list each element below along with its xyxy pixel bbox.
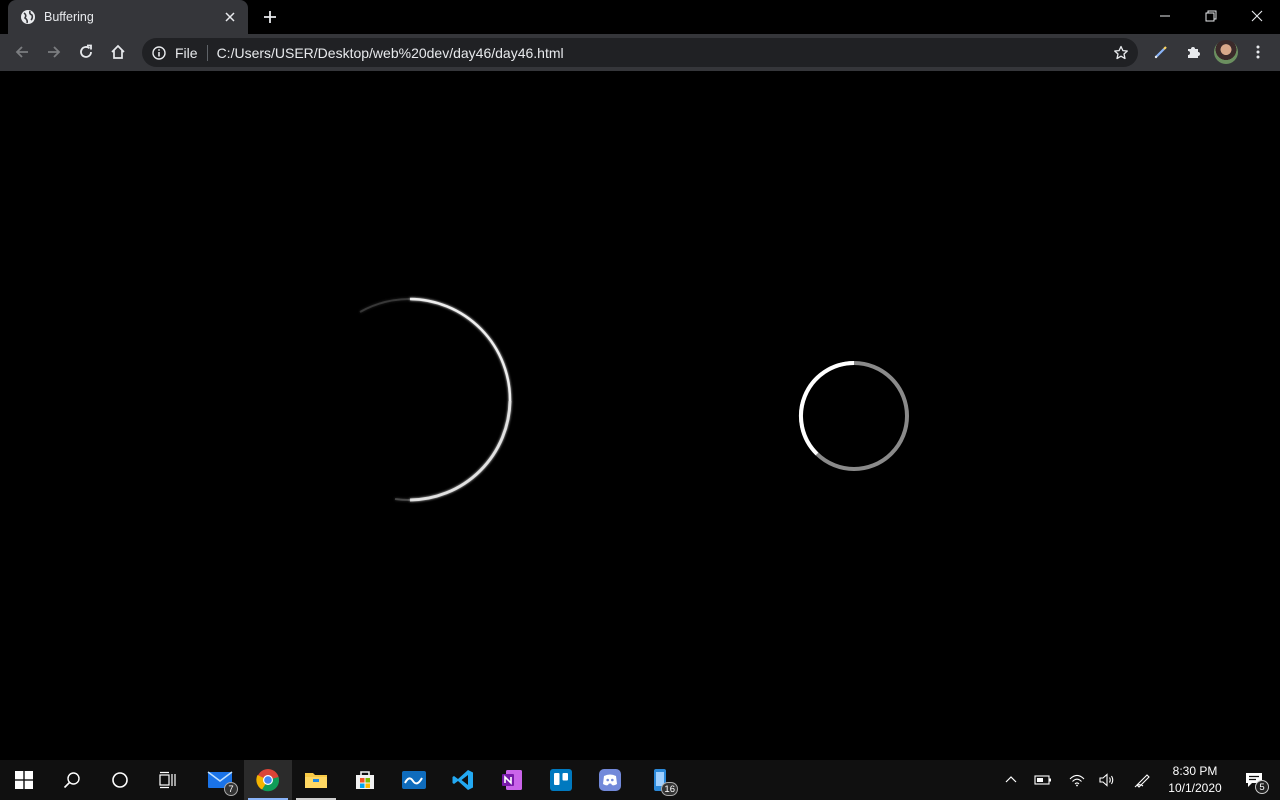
action-center-button[interactable]: 5 [1234, 760, 1274, 800]
search-icon[interactable] [48, 760, 96, 800]
pen-workspace-icon[interactable] [1128, 760, 1158, 800]
ring-spinner [798, 361, 909, 471]
new-tab-button[interactable] [258, 5, 282, 29]
site-scheme-label: File [175, 44, 198, 61]
phone-app-icon[interactable]: 16 [636, 760, 684, 800]
volume-icon[interactable] [1092, 760, 1122, 800]
browser-toolbar: File C:/Users/USER/Desktop/web%20dev/day… [0, 34, 1280, 71]
cortana-icon[interactable] [96, 760, 144, 800]
crescent-spinner [359, 297, 512, 502]
omnibox-divider [206, 44, 208, 61]
trello-icon[interactable] [537, 760, 585, 800]
back-button[interactable] [8, 38, 36, 66]
wifi-icon[interactable] [1062, 760, 1092, 800]
bookmark-star-icon[interactable] [1110, 42, 1132, 64]
tab-strip: Buffering [0, 0, 1280, 34]
file-explorer-icon[interactable] [292, 760, 340, 800]
screen: Buffering File C:/Users/USER/Desktop/web… [0, 0, 1280, 800]
tab-title: Buffering [44, 10, 94, 24]
mail-badge: 7 [224, 782, 238, 796]
color-picker-extension-icon[interactable] [1147, 38, 1175, 66]
close-window-button[interactable] [1234, 0, 1280, 32]
forward-button[interactable] [40, 38, 68, 66]
vscode-icon[interactable] [439, 760, 487, 800]
reload-button[interactable] [72, 38, 100, 66]
info-icon[interactable] [151, 45, 167, 61]
battery-icon[interactable] [1028, 760, 1058, 800]
close-tab-icon[interactable] [220, 7, 240, 27]
globe-icon [20, 9, 36, 25]
home-button[interactable] [104, 38, 132, 66]
notification-count-badge: 5 [1255, 780, 1269, 794]
onenote-icon[interactable] [488, 760, 536, 800]
phone-badge: 16 [661, 782, 678, 796]
extensions-puzzle-icon[interactable] [1179, 38, 1207, 66]
address-bar[interactable]: File C:/Users/USER/Desktop/web%20dev/day… [142, 38, 1138, 67]
page-content [0, 71, 1280, 760]
loaders-canvas [359, 297, 909, 502]
chrome-app-icon[interactable] [244, 760, 292, 800]
profile-avatar[interactable] [1214, 40, 1238, 64]
menu-kebab-icon[interactable] [1244, 38, 1272, 66]
start-button[interactable] [0, 760, 48, 800]
clock-time: 8:30 PM [1172, 764, 1218, 778]
url-text[interactable]: C:/Users/USER/Desktop/web%20dev/day46/da… [217, 45, 564, 61]
task-view-icon[interactable] [144, 760, 192, 800]
discord-icon[interactable] [586, 760, 634, 800]
mail-app-icon[interactable]: 7 [196, 760, 244, 800]
show-hidden-icons-chevron-icon[interactable] [996, 760, 1026, 800]
whiteboard-app-icon[interactable] [390, 760, 438, 800]
microsoft-store-icon[interactable] [341, 760, 389, 800]
system-clock[interactable]: 8:30 PM 10/1/2020 [1162, 760, 1228, 800]
clock-date: 10/1/2020 [1168, 781, 1222, 795]
browser-tab[interactable]: Buffering [8, 0, 248, 34]
windows-taskbar: 7 16 8:30 PM 10/1/2020 5 [0, 760, 1280, 800]
minimize-button[interactable] [1142, 0, 1188, 32]
restore-button[interactable] [1188, 0, 1234, 32]
